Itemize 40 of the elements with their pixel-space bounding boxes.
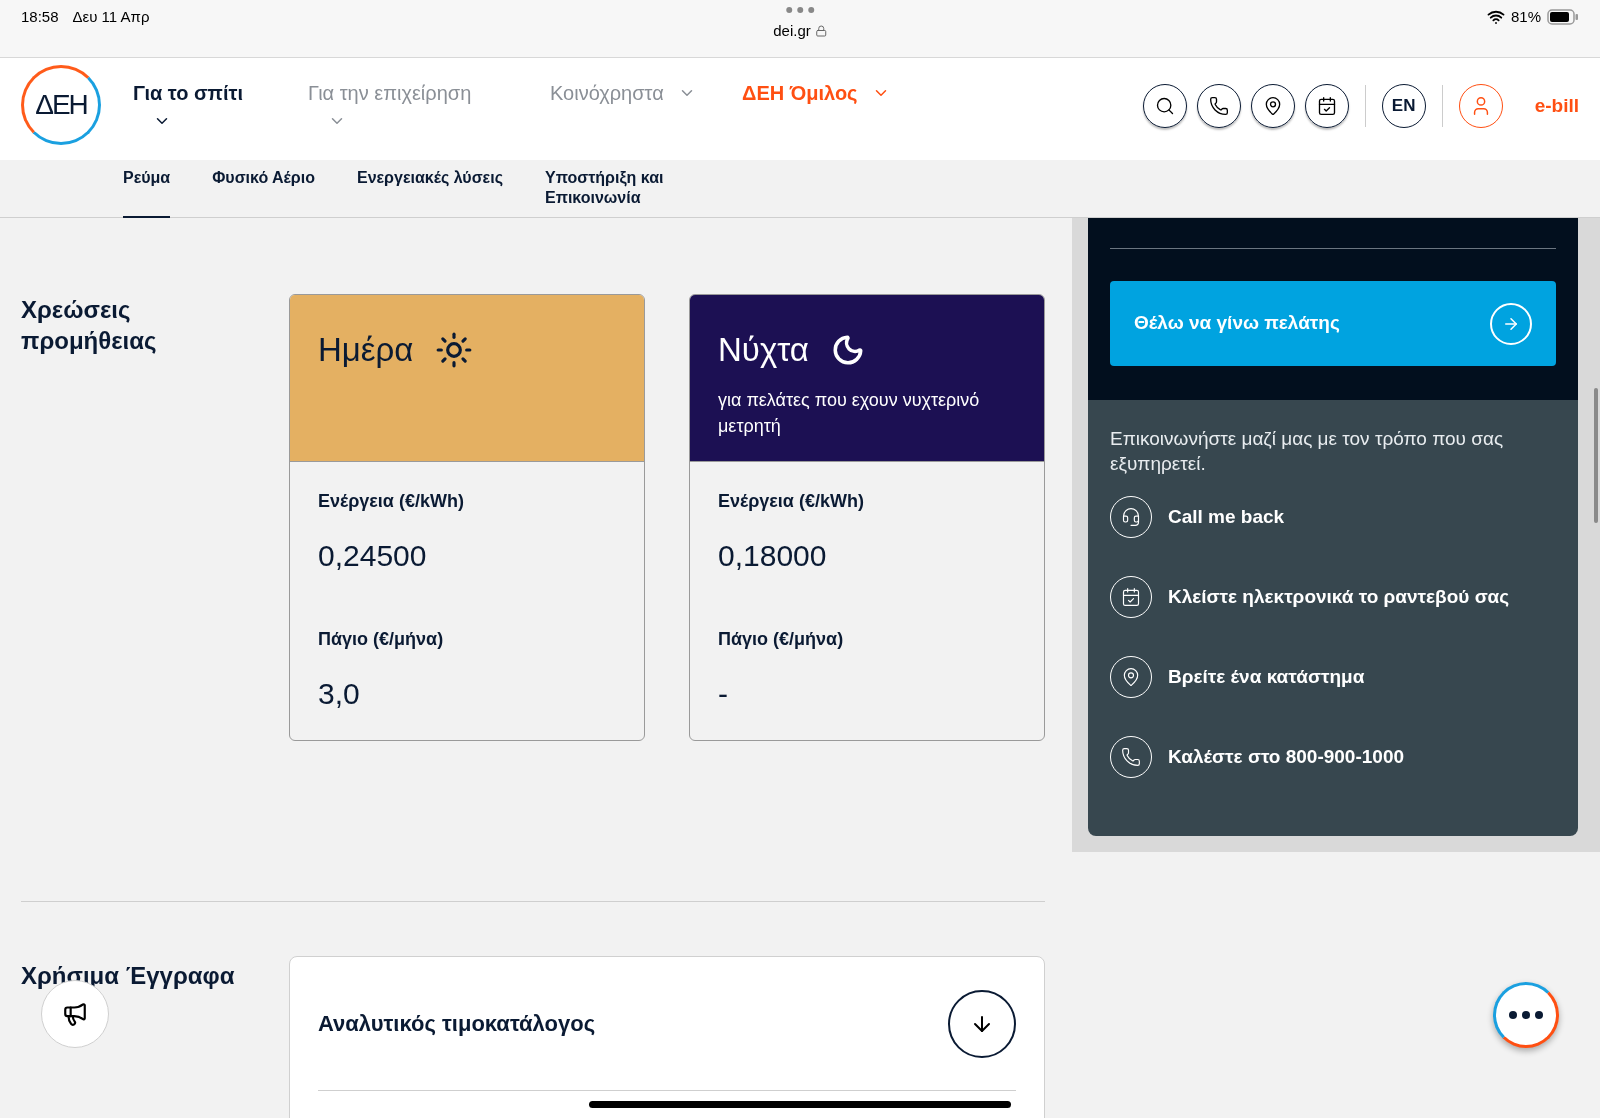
- search-icon: [1154, 96, 1175, 116]
- logo[interactable]: ΔΕΗ: [21, 65, 101, 145]
- card-subtitle: για πελάτες που εχουν νυχτερινό μετρητή: [718, 388, 981, 438]
- contact-link[interactable]: Βρείτε ένα κατάστημα: [1110, 656, 1556, 698]
- price-label: Πάγιο (€/μήνα): [318, 628, 445, 651]
- contact-link[interactable]: Κλείστε ηλεκτρονικά το ραντεβού σας: [1110, 576, 1556, 618]
- price-label: Πάγιο (€/μήνα): [718, 628, 845, 651]
- megaphone-icon: [62, 1001, 88, 1027]
- status-date: Δευ 11 Απρ: [72, 7, 150, 27]
- price-value: 0,18000: [718, 538, 828, 574]
- card-title: Νύχτα: [718, 330, 809, 370]
- contact-link[interactable]: Καλέστε στο 800-900-1000: [1110, 736, 1556, 778]
- subnav-tab[interactable]: Υποστήριξη και Επικοινωνία: [544, 160, 670, 218]
- more-dots-icon[interactable]: [785, 6, 815, 14]
- card-title: Ημέρα: [318, 330, 414, 370]
- price-value: 0,24500: [318, 538, 428, 574]
- price-value: -: [718, 676, 729, 712]
- more-dots-icon: [1509, 1011, 1543, 1019]
- price-label: Ενέργεια (€/kWh): [718, 490, 865, 513]
- chat-button[interactable]: [1493, 982, 1559, 1048]
- section-title: Χρεώσεις προμήθειας: [21, 295, 158, 356]
- subnav-tab[interactable]: Ρεύμα: [123, 160, 171, 218]
- nav-item[interactable]: Για το σπίτι: [133, 78, 308, 130]
- subnav-tab[interactable]: Φυσικό Αέριο: [212, 160, 315, 218]
- sun-icon: [435, 330, 474, 369]
- lock-icon: [814, 25, 827, 38]
- battery-percent: 81%: [1510, 7, 1541, 27]
- document-title: Αναλυτικός τιμοκατάλογος: [318, 1010, 596, 1038]
- calendar-icon: [1316, 96, 1337, 116]
- contact-link[interactable]: Call me back: [1110, 496, 1556, 538]
- battery-icon: [1547, 9, 1579, 26]
- wifi-icon: [1486, 8, 1505, 27]
- download-button[interactable]: [948, 989, 1016, 1058]
- price-value: 3,0: [318, 676, 361, 712]
- contact-intro: Επικοινωνήστε μαζί μας με τον τρόπο που σας εξυπηρετεί.: [1110, 427, 1505, 476]
- price-label: Ενέργεια (€/kWh): [318, 490, 465, 513]
- status-time: 18:58: [21, 7, 59, 27]
- url-text[interactable]: dei.gr: [773, 20, 811, 43]
- phone-icon: [1208, 96, 1229, 116]
- subnav-tab[interactable]: Ενεργειακές λύσεις: [356, 160, 503, 218]
